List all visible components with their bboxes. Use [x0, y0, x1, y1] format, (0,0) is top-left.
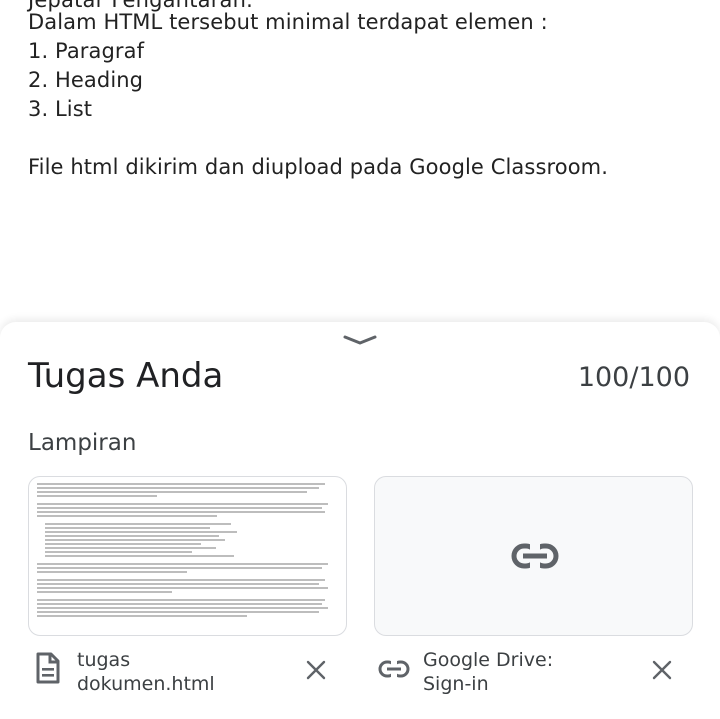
upload-instruction: File html dikirim dan diupload pada Goog… [28, 155, 608, 179]
attachment-thumbnail-document[interactable] [28, 476, 347, 636]
assignment-description: Jepatar Fengantaran. Dalam HTML tersebut… [0, 0, 720, 320]
remove-attachment-button[interactable] [652, 660, 672, 680]
sheet-title: Tugas Anda [28, 356, 224, 396]
your-work-sheet: Tugas Anda 100/100 Lampiran tugas dokume… [0, 322, 720, 719]
link-icon [511, 543, 559, 569]
remove-attachment-button[interactable] [306, 660, 326, 680]
document-icon [36, 652, 60, 684]
attachments-label: Lampiran [28, 430, 137, 456]
list-item-paragraf: 1. Paragraf [28, 39, 145, 63]
link-icon [378, 660, 410, 678]
list-item-list: 3. List [28, 97, 93, 121]
description-line: Dalam HTML tersebut minimal terdapat ele… [28, 10, 548, 34]
attachment-name-link[interactable]: Google Drive: Sign-in [423, 648, 553, 696]
list-item-heading: 2. Heading [28, 68, 144, 92]
grade-value: 100/100 [577, 362, 690, 393]
attachment-thumbnail-link[interactable] [374, 476, 693, 636]
document-preview [37, 483, 337, 619]
attachment-name-document[interactable]: tugas dokumen.html [77, 648, 215, 696]
chevron-down-icon[interactable] [342, 332, 378, 348]
